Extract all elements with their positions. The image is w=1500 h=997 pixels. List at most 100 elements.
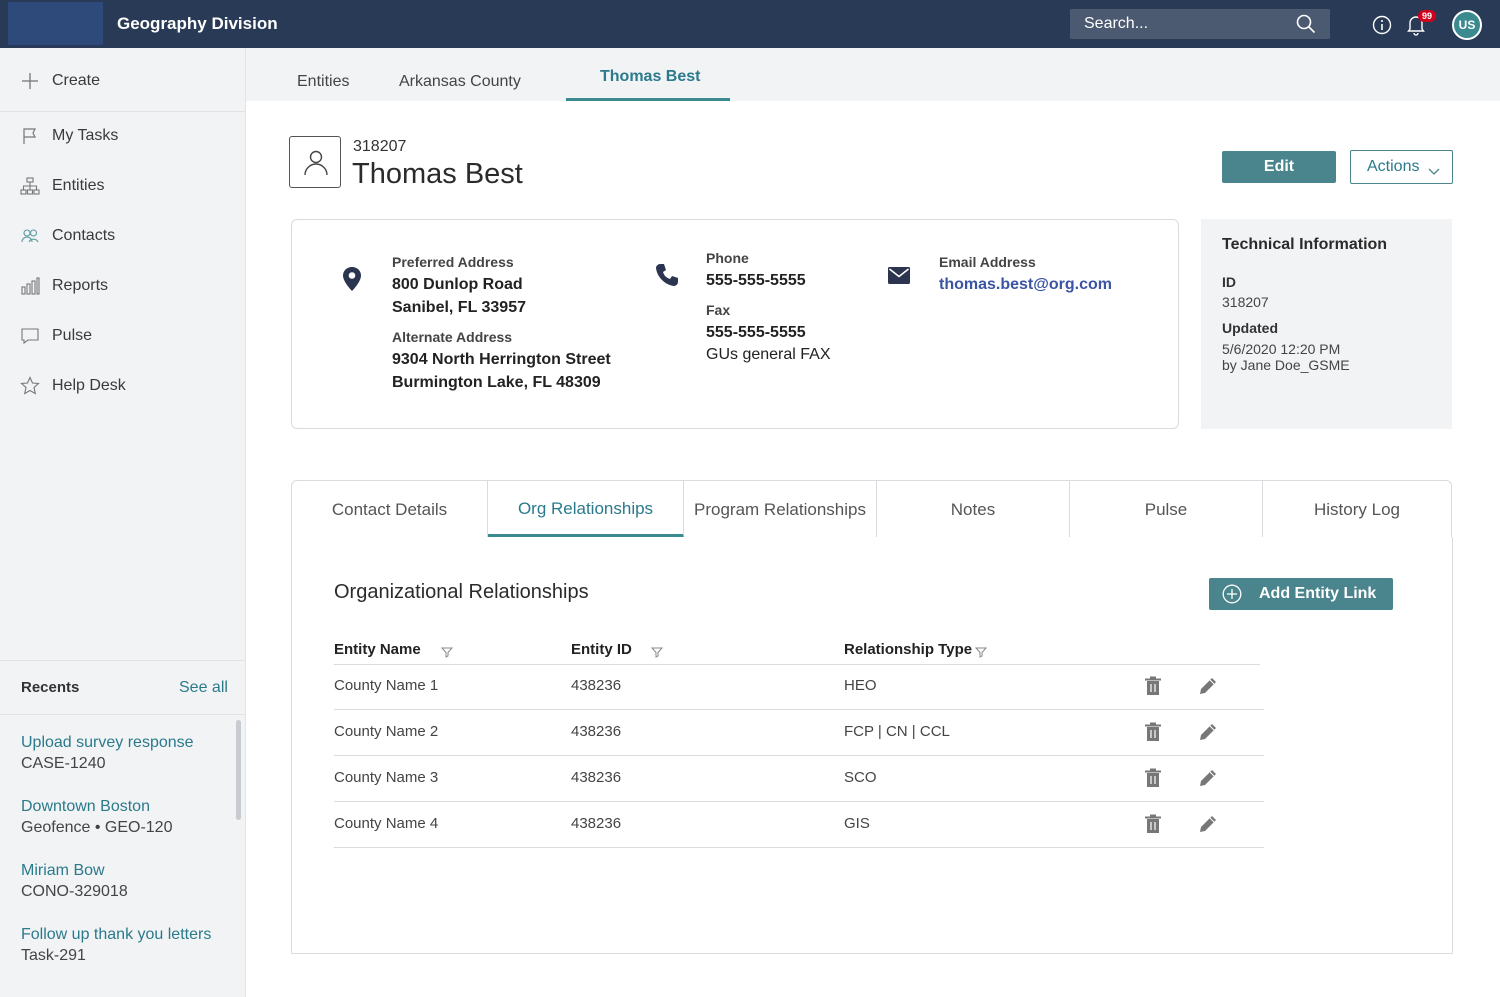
tech-updated-label: Updated [1222,320,1278,336]
preferred-address-line2: Sanibel, FL 33957 [392,299,526,316]
search-input[interactable] [1084,14,1284,34]
fax-value: 555-555-5555 [706,324,806,341]
search-box[interactable] [1070,9,1330,39]
trash-icon[interactable] [1144,814,1162,839]
tech-updated-by: by Jane Doe_GSME [1222,357,1350,373]
tab-contact-details[interactable]: Contact Details [292,481,488,538]
tech-id-label: ID [1222,274,1236,290]
tab-notes[interactable]: Notes [877,481,1070,538]
recent-item-title[interactable]: Follow up thank you letters [21,926,231,944]
column-header-relationship-type[interactable]: Relationship Type [844,641,972,658]
person-icon [304,150,328,176]
pencil-icon[interactable] [1198,722,1218,747]
search-icon[interactable] [1296,14,1316,39]
envelope-icon [888,267,910,289]
sidebar-item-label: Reports [52,277,109,294]
table-row[interactable]: County Name 3 438236 SCO [334,756,1264,802]
people-icon [20,226,40,246]
sidebar-item-label: Pulse [52,327,93,344]
hierarchy-icon [20,176,40,196]
cell-relationship-type: SCO [844,769,877,786]
table-row[interactable]: County Name 4 438236 GIS [334,802,1264,848]
tab-label: Thomas Best [600,68,701,85]
fax-note: GUs general FAX [706,346,831,363]
phone-icon [654,262,680,293]
tab-history-log[interactable]: History Log [1263,481,1451,538]
tab-label: History Log [1314,500,1400,519]
sidebar-item-pulse[interactable]: Pulse [0,311,245,361]
sidebar-scrollbar[interactable] [236,720,241,820]
add-entity-link-button[interactable]: Add Entity Link [1209,578,1393,610]
top-bar: Geography Division 99 US [0,0,1500,48]
sidebar-item-entities[interactable]: Entities [0,161,245,211]
recent-item-title[interactable]: Upload survey response [21,734,231,752]
person-avatar [289,136,341,188]
trash-icon[interactable] [1144,768,1162,793]
sidebar-item-contacts[interactable]: Contacts [0,211,245,261]
tab-entities[interactable]: Entities [297,48,367,101]
sidebar-item-my-tasks[interactable]: My Tasks [0,111,245,161]
actions-label: Actions [1367,158,1420,175]
recent-item[interactable]: Follow up thank you letters Task-291 [21,926,231,965]
recent-item-title[interactable]: Downtown Boston [21,798,231,816]
star-icon [20,376,40,396]
tab-label: Org Relationships [517,499,654,518]
location-pin-icon [342,266,362,297]
tab-pulse[interactable]: Pulse [1070,481,1263,538]
column-header-entity-id[interactable]: Entity ID [571,641,632,658]
tech-updated-value: 5/6/2020 12:20 PM [1222,341,1341,357]
tab-thomas-best[interactable]: Thomas Best [566,48,730,101]
pencil-icon[interactable] [1198,768,1218,793]
add-entity-link-label: Add Entity Link [1259,585,1377,602]
trash-icon[interactable] [1144,722,1162,747]
sidebar-item-help-desk[interactable]: Help Desk [0,361,245,411]
filter-icon[interactable] [440,645,454,663]
see-all-link[interactable]: See all [179,679,228,697]
logo[interactable] [8,2,103,45]
cell-entity-name: County Name 3 [334,769,439,786]
tab-label: Entities [297,73,350,90]
info-icon[interactable] [1372,15,1392,40]
preferred-address-line1: 800 Dunlop Road [392,276,523,293]
sidebar-item-reports[interactable]: Reports [0,261,245,311]
recent-item-subtitle: Task-291 [21,947,86,964]
phone-label: Phone [706,250,749,266]
avatar[interactable]: US [1452,10,1482,40]
cell-entity-id: 438236 [571,815,622,832]
sidebar: Create My Tasks Entities Contacts Report… [0,48,246,997]
alternate-address-line1: 9304 North Herrington Street [392,351,611,368]
pencil-icon[interactable] [1198,814,1218,839]
tab-label: Arkansas County [399,73,521,90]
table-row[interactable]: County Name 2 438236 FCP | CN | CCL [334,710,1264,756]
sidebar-item-label: Contacts [52,227,116,244]
filter-icon[interactable] [650,645,664,663]
detail-tabs: Contact Details Org Relationships Progra… [291,480,1452,538]
cell-entity-id: 438236 [571,723,622,740]
recent-item[interactable]: Miriam Bow CONO-329018 [21,862,231,901]
plus-circle-icon [1222,584,1242,609]
column-header-entity-name[interactable]: Entity Name [334,641,421,658]
sidebar-item-create[interactable]: Create [0,56,245,106]
recent-item-subtitle: Geofence • GEO-120 [21,819,173,836]
tab-program-relationships[interactable]: Program Relationships [684,481,877,538]
actions-button[interactable]: Actions [1350,150,1453,184]
recent-item-subtitle: CASE-1240 [21,755,106,772]
trash-icon[interactable] [1144,676,1162,701]
org-relationships-panel: Organizational Relationships Add Entity … [291,537,1453,954]
edit-button[interactable]: Edit [1222,151,1336,183]
preferred-address-label: Preferred Address [392,254,514,270]
table-row[interactable]: County Name 1 438236 HEO [334,664,1264,710]
tab-label: Notes [950,500,996,519]
pencil-icon[interactable] [1198,676,1218,701]
recent-item[interactable]: Upload survey response CASE-1240 [21,734,231,773]
filter-icon[interactable] [974,645,988,663]
flag-icon [20,126,40,146]
recent-item-title[interactable]: Miriam Bow [21,862,231,880]
tab-arkansas-county[interactable]: Arkansas County [399,48,539,101]
email-link[interactable]: thomas.best@org.com [939,276,1112,294]
notification-badge: 99 [1418,10,1437,22]
recent-item[interactable]: Downtown Boston Geofence • GEO-120 [21,798,231,837]
sidebar-item-label: Help Desk [52,377,126,394]
phone-value[interactable]: 555-555-5555 [706,272,806,290]
tab-org-relationships[interactable]: Org Relationships [488,481,684,538]
